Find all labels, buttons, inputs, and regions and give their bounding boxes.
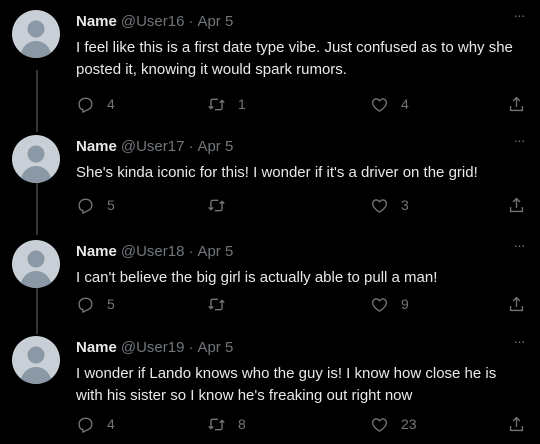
tweet-actions: 5 3 xyxy=(72,194,532,216)
avatar[interactable] xyxy=(12,336,60,384)
tweet-text: She's kinda iconic for this! I wonder if… xyxy=(76,164,478,181)
like-count: 4 xyxy=(401,96,409,112)
tweet-actions: 5 9 xyxy=(72,293,532,315)
like-icon xyxy=(371,97,388,112)
more-icon[interactable]: ··· xyxy=(510,133,528,151)
share-button[interactable] xyxy=(507,194,526,216)
tweet-text: I wonder if Lando knows who the guy is! … xyxy=(76,365,497,404)
tweet-header: Name @User19 · Apr 5 xyxy=(76,338,233,358)
like-icon xyxy=(371,297,388,312)
like-button[interactable]: 3 xyxy=(370,194,409,216)
share-button[interactable] xyxy=(507,93,526,115)
reply-icon xyxy=(78,297,93,313)
reply-button[interactable]: 4 xyxy=(76,93,115,115)
share-button[interactable] xyxy=(507,293,526,315)
reply-button[interactable]: 5 xyxy=(76,293,115,315)
retweet-button[interactable] xyxy=(207,194,238,216)
default-avatar-icon xyxy=(20,20,52,58)
more-icon[interactable]: ··· xyxy=(510,8,528,26)
more-icon[interactable]: ··· xyxy=(510,238,528,256)
reply-count: 5 xyxy=(107,197,115,213)
separator-dot: · xyxy=(188,138,194,155)
user-name[interactable]: Name xyxy=(76,138,117,155)
share-icon xyxy=(509,197,524,212)
share-button[interactable] xyxy=(507,413,526,435)
tweet-header: Name @User18 · Apr 5 xyxy=(76,242,233,262)
reply-count: 4 xyxy=(107,416,115,432)
separator-dot: · xyxy=(188,13,194,30)
retweet-button[interactable]: 8 xyxy=(207,413,246,435)
separator-dot: · xyxy=(188,243,194,260)
reply-icon xyxy=(78,417,93,433)
tweet-text: I can't believe the big girl is actually… xyxy=(76,269,438,286)
share-icon xyxy=(509,96,524,111)
tweet-actions: 4 8 23 xyxy=(72,413,532,435)
default-avatar-icon xyxy=(20,145,52,183)
reply-button[interactable]: 5 xyxy=(76,194,115,216)
like-icon xyxy=(371,198,388,213)
like-button[interactable]: 9 xyxy=(370,293,409,315)
tweet-header: Name @User17 · Apr 5 xyxy=(76,137,233,157)
tweet-date[interactable]: Apr 5 xyxy=(197,13,233,30)
retweet-icon xyxy=(208,298,225,310)
tweet-text: I feel like this is a first date type vi… xyxy=(76,39,513,78)
user-handle[interactable]: @User18 xyxy=(121,243,185,260)
tweet-actions: 4 1 4 xyxy=(72,93,532,115)
retweet-button[interactable]: 1 xyxy=(207,93,246,115)
user-name[interactable]: Name xyxy=(76,243,117,260)
retweet-count: 8 xyxy=(238,416,246,432)
like-button[interactable]: 4 xyxy=(370,93,409,115)
share-icon xyxy=(509,296,524,311)
tweet-date[interactable]: Apr 5 xyxy=(197,339,233,356)
reply-icon xyxy=(78,97,93,113)
reply-count: 5 xyxy=(107,296,115,312)
retweet-count: 1 xyxy=(238,96,246,112)
like-button[interactable]: 23 xyxy=(370,413,417,435)
tweet-header: Name @User16 · Apr 5 xyxy=(76,12,233,32)
user-name[interactable]: Name xyxy=(76,339,117,356)
default-avatar-icon xyxy=(20,250,52,288)
retweet-icon xyxy=(208,418,225,430)
tweet-date[interactable]: Apr 5 xyxy=(197,138,233,155)
separator-dot: · xyxy=(188,339,194,356)
tweet[interactable]: Name @User17 · Apr 5 ··· She's kinda iconic… xyxy=(0,125,540,230)
like-count: 23 xyxy=(401,416,417,432)
tweet[interactable]: Name @User16 · Apr 5 ··· I feel like this i… xyxy=(0,0,540,125)
avatar[interactable] xyxy=(12,10,60,58)
default-avatar-icon xyxy=(20,346,52,384)
user-handle[interactable]: @User19 xyxy=(121,339,185,356)
user-handle[interactable]: @User16 xyxy=(121,13,185,30)
reply-count: 4 xyxy=(107,96,115,112)
like-icon xyxy=(371,417,388,432)
like-count: 9 xyxy=(401,296,409,312)
avatar[interactable] xyxy=(12,240,60,288)
retweet-button[interactable] xyxy=(207,293,238,315)
tweet[interactable]: Name @User18 · Apr 5 ··· I can't believe th… xyxy=(0,230,540,329)
tweet[interactable]: Name @User19 · Apr 5 ··· I wonder if Lando … xyxy=(0,326,540,444)
share-icon xyxy=(509,416,524,431)
reply-icon xyxy=(78,198,93,214)
more-icon[interactable]: ··· xyxy=(510,334,528,352)
tweet-date[interactable]: Apr 5 xyxy=(197,243,233,260)
like-count: 3 xyxy=(401,197,409,213)
user-handle[interactable]: @User17 xyxy=(121,138,185,155)
avatar[interactable] xyxy=(12,135,60,183)
retweet-icon xyxy=(208,98,225,110)
reply-button[interactable]: 4 xyxy=(76,413,115,435)
user-name[interactable]: Name xyxy=(76,13,117,30)
retweet-icon xyxy=(208,199,225,211)
